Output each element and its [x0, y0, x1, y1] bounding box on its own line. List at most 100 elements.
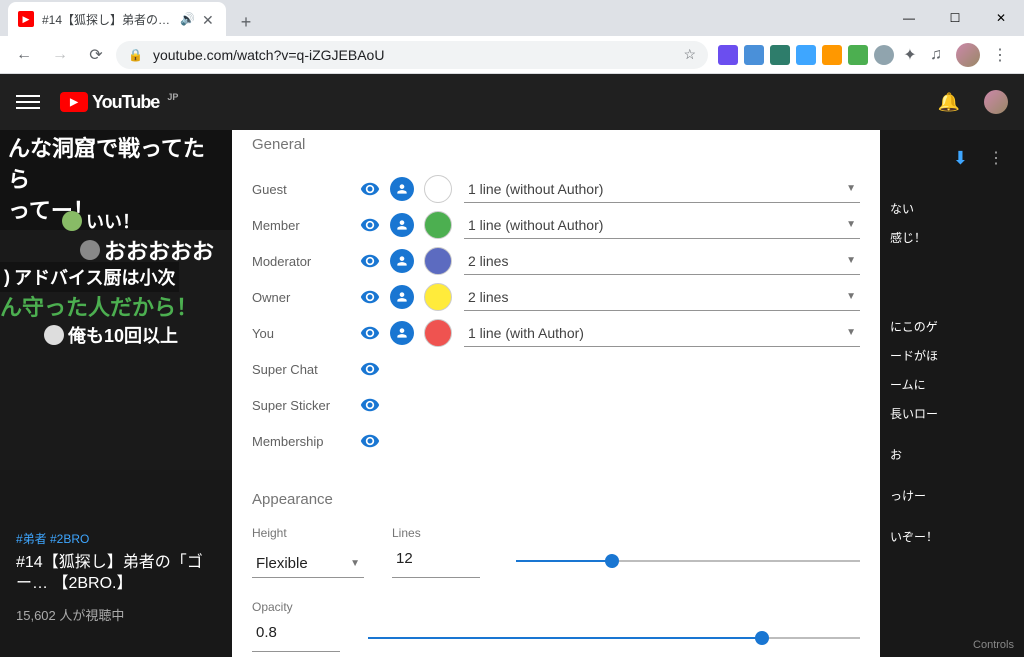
minimize-button[interactable]: —	[886, 0, 932, 36]
tab-close-icon[interactable]: ✕	[202, 12, 216, 26]
lines-select[interactable]: 1 line (without Author)▼	[464, 211, 860, 239]
color-picker[interactable]	[424, 211, 452, 239]
chat-overlay-text: いい！	[86, 208, 140, 234]
chat-message	[890, 252, 1014, 264]
extension-icon[interactable]	[822, 45, 842, 65]
row-label: Member	[252, 218, 358, 233]
video-info: #弟者 #2BRO #14【狐探し】弟者の「ゴー… 【2BRO.】 15,602…	[16, 530, 232, 624]
author-toggle[interactable]	[390, 177, 414, 201]
opacity-input[interactable]: 0.8	[252, 624, 340, 652]
lines-select[interactable]: 2 lines▼	[464, 247, 860, 275]
bookmark-star-icon[interactable]: ☆	[683, 46, 696, 63]
role-row-moderator: Moderator 2 lines▼	[252, 243, 860, 279]
more-menu-icon[interactable]: ⋮	[988, 148, 1004, 168]
chrome-menu-button[interactable]: ⋮	[984, 39, 1016, 71]
browser-tab[interactable]: ▶ #14【狐探し】弟者の「ゴースト・オ… 🔊 ✕	[8, 2, 226, 36]
chat-message: いぞー！	[890, 522, 1014, 551]
chat-message	[890, 300, 1014, 312]
chat-message	[890, 510, 1014, 522]
lines-select[interactable]: 1 line (with Author)▼	[464, 319, 860, 347]
chat-message	[890, 264, 1014, 276]
chevron-down-icon: ▼	[846, 219, 856, 230]
extensions: ✦ ♫	[712, 45, 952, 65]
author-toggle[interactable]	[390, 249, 414, 273]
tab-title: #14【狐探し】弟者の「ゴースト・オ…	[42, 11, 172, 28]
chevron-down-icon: ▼	[846, 255, 856, 266]
lock-icon: 🔒	[128, 48, 143, 62]
role-row-owner: Owner 2 lines▼	[252, 279, 860, 315]
chat-message: っけー	[890, 481, 1014, 510]
chat-message: ない	[890, 194, 1014, 223]
lines-input[interactable]: 12	[392, 550, 480, 578]
chat-message	[890, 428, 1014, 440]
row-label: Super Chat	[252, 362, 358, 377]
notifications-icon[interactable]: 🔔	[938, 92, 960, 113]
visibility-toggle[interactable]	[358, 429, 382, 453]
extensions-menu-icon[interactable]: ✦	[900, 45, 920, 65]
user-avatar[interactable]	[984, 90, 1008, 114]
author-toggle[interactable]	[390, 285, 414, 309]
lines-select[interactable]: 2 lines▼	[464, 283, 860, 311]
extension-icon[interactable]	[874, 45, 894, 65]
chat-message: お	[890, 440, 1014, 469]
forward-button[interactable]: →	[44, 39, 76, 71]
author-toggle[interactable]	[390, 213, 414, 237]
reload-button[interactable]: ⟳	[80, 39, 112, 71]
extension-icon[interactable]	[848, 45, 868, 65]
role-row-super-chat: Super Chat	[252, 351, 860, 387]
chat-overlay-text: 俺も10回以上	[68, 322, 178, 348]
visibility-toggle[interactable]	[358, 285, 382, 309]
row-label: Owner	[252, 290, 358, 305]
media-control-icon[interactable]: ♫	[926, 45, 946, 65]
chat-overlay-text: ん守った人だから！	[0, 290, 198, 322]
color-picker[interactable]	[424, 247, 452, 275]
visibility-toggle[interactable]	[358, 213, 382, 237]
color-picker[interactable]	[424, 175, 452, 203]
opacity-slider[interactable]	[368, 637, 860, 639]
visibility-toggle[interactable]	[358, 177, 382, 201]
role-row-member: Member 1 line (without Author)▼	[252, 207, 860, 243]
chat-message	[890, 469, 1014, 481]
settings-panel: MESSAGE INPUT General Guest1 line (witho…	[232, 74, 880, 657]
youtube-logo[interactable]: ▶ YouTube JP	[60, 92, 178, 113]
height-select[interactable]: Flexible ▼	[252, 550, 364, 578]
extension-icon[interactable]	[744, 45, 764, 65]
chat-message: ードがほ	[890, 341, 1014, 370]
url-text: youtube.com/watch?v=q-iZGJEBAoU	[153, 47, 385, 63]
new-tab-button[interactable]: +	[232, 8, 260, 36]
row-label: Moderator	[252, 254, 358, 269]
footer-controls[interactable]: Controls	[973, 639, 1014, 651]
close-window-button[interactable]: ✕	[978, 0, 1024, 36]
lines-select[interactable]: 1 line (without Author)▼	[464, 175, 860, 203]
video-tags[interactable]: #弟者 #2BRO	[16, 530, 232, 547]
row-label: Guest	[252, 182, 358, 197]
extension-icon[interactable]	[718, 45, 738, 65]
profile-avatar[interactable]	[956, 43, 980, 67]
viewer-count: 15,602 人が視聴中	[16, 605, 232, 624]
visibility-toggle[interactable]	[358, 249, 382, 273]
extension-icon[interactable]	[770, 45, 790, 65]
visibility-toggle[interactable]	[358, 357, 382, 381]
extension-icon[interactable]	[796, 45, 816, 65]
back-button[interactable]: ←	[8, 39, 40, 71]
lines-label: Lines	[392, 526, 480, 540]
author-toggle[interactable]	[390, 321, 414, 345]
chevron-down-icon: ▼	[350, 558, 360, 569]
chat-message: にこのゲ	[890, 312, 1014, 341]
visibility-toggle[interactable]	[358, 321, 382, 345]
color-picker[interactable]	[424, 319, 452, 347]
download-icon[interactable]: ⬇	[953, 148, 968, 169]
lines-slider[interactable]	[516, 544, 860, 578]
maximize-button[interactable]: ☐	[932, 0, 978, 36]
chat-message: 感じ！	[890, 223, 1014, 252]
visibility-toggle[interactable]	[358, 393, 382, 417]
chat-message	[890, 288, 1014, 300]
hamburger-menu[interactable]	[16, 90, 40, 114]
color-picker[interactable]	[424, 283, 452, 311]
audio-icon[interactable]: 🔊	[180, 12, 194, 26]
youtube-play-icon: ▶	[60, 92, 88, 112]
address-bar[interactable]: 🔒 youtube.com/watch?v=q-iZGJEBAoU ☆	[116, 41, 708, 69]
opacity-label: Opacity	[252, 600, 860, 614]
video-player[interactable]: んな洞窟で戦ってたら ってー！ いい！ おおおおお )アドバイス厨は小次 ん守っ…	[0, 130, 232, 470]
section-appearance: Appearance	[252, 491, 860, 508]
